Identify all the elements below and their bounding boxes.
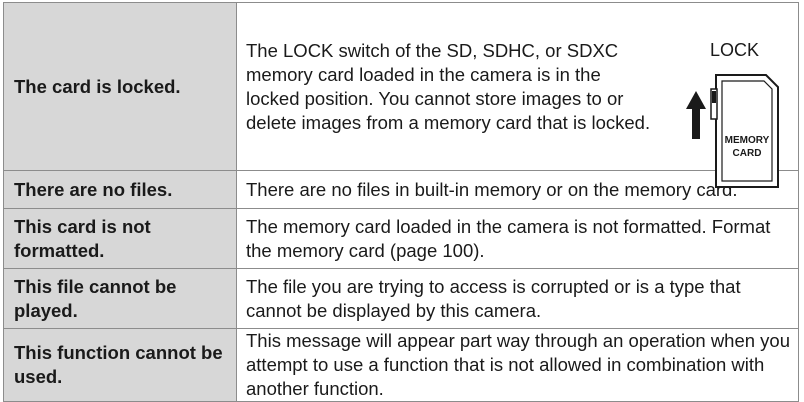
- card-label-line1: MEMORY: [725, 135, 770, 146]
- lock-switch-figure: LOCK MEMORY CARD: [682, 39, 790, 199]
- message-term: This card is not formatted.: [3, 208, 237, 269]
- message-term: The card is locked.: [3, 2, 237, 171]
- table-row: This card is not formatted. The memory c…: [3, 208, 799, 269]
- sd-card-lock-icon: MEMORY CARD: [686, 73, 779, 188]
- message-table: The card is locked. The LOCK switch of t…: [3, 2, 799, 402]
- table-row: This function cannot be used. This messa…: [3, 328, 799, 402]
- table-row: The card is locked. The LOCK switch of t…: [3, 2, 799, 188]
- message-description: The LOCK switch of the SD, SDHC, or SDXC…: [246, 39, 651, 133]
- message-description: This message will appear part way throug…: [236, 328, 799, 402]
- lock-caption: LOCK: [710, 39, 760, 60]
- message-description-cell: The LOCK switch of the SD, SDHC, or SDXC…: [236, 2, 799, 188]
- message-term: There are no files.: [3, 170, 237, 209]
- message-term: This function cannot be used.: [3, 328, 237, 402]
- table-row: This file cannot be played. The file you…: [3, 268, 799, 329]
- message-description: The memory card loaded in the camera is …: [236, 208, 799, 269]
- message-term: This file cannot be played.: [3, 268, 237, 329]
- card-label-line2: CARD: [733, 148, 762, 159]
- message-description: The file you are trying to access is cor…: [236, 268, 799, 329]
- table-row: There are no files. There are no files i…: [3, 170, 799, 209]
